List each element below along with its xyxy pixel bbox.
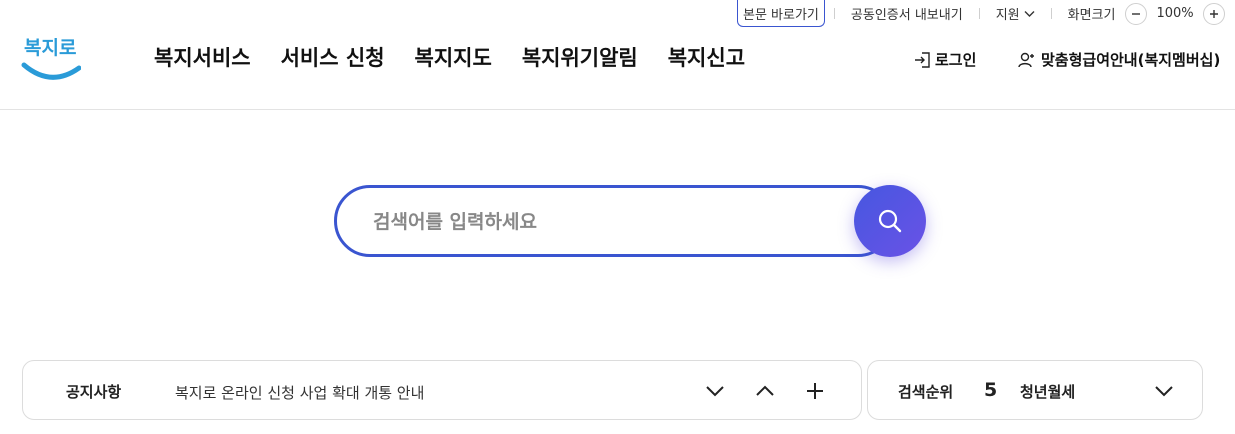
login-icon: [915, 51, 930, 68]
site-logo[interactable]: 복지로: [21, 30, 82, 82]
notice-more-button[interactable]: [803, 379, 827, 403]
notice-label: 공지사항: [66, 383, 122, 401]
membership-label: 맞춤형급여안내(복지멤버십): [1041, 51, 1221, 69]
nav-item-welfare-report[interactable]: 복지신고: [668, 42, 745, 72]
login-label: 로그인: [935, 51, 977, 69]
minus-icon: [1132, 12, 1141, 15]
main-navigation: 복지서비스 서비스 신청 복지지도 복지위기알림 복지신고: [154, 42, 775, 72]
search-box: [334, 185, 894, 257]
notice-next-button[interactable]: [703, 379, 727, 403]
ranking-number: 5: [984, 379, 998, 401]
support-dropdown[interactable]: 지원: [996, 4, 1035, 23]
svg-text:복지로: 복지로: [24, 37, 76, 59]
plus-icon: [807, 383, 823, 399]
font-size-label: 화면크기: [1067, 8, 1116, 23]
skip-to-content-link[interactable]: 본문 바로가기: [737, 0, 825, 27]
utility-bar: 본문 바로가기 공동인증서 내보내기 지원 화면크기 100%: [737, 0, 1225, 27]
ranking-label: 검색순위: [898, 383, 954, 401]
zoom-out-button[interactable]: [1125, 2, 1148, 25]
notice-panel: 공지사항 복지로 온라인 신청 사업 확대 개통 안내: [22, 360, 862, 420]
ranking-keyword-link[interactable]: 청년월세: [1020, 381, 1075, 402]
chevron-down-icon: [1024, 10, 1035, 18]
search-bar: [334, 185, 926, 257]
search-icon: [878, 209, 902, 233]
notice-headline-link[interactable]: 복지로 온라인 신청 사업 확대 개통 안내: [175, 382, 424, 403]
nav-item-service-application[interactable]: 서비스 신청: [281, 42, 385, 72]
support-label: 지원: [995, 8, 1020, 23]
membership-button[interactable]: 맞춤형급여안내(복지멤버십): [1017, 49, 1220, 70]
notice-prev-button[interactable]: [753, 379, 777, 403]
chevron-down-icon: [706, 386, 724, 397]
chevron-up-icon: [756, 385, 774, 396]
nav-item-welfare-services[interactable]: 복지서비스: [154, 42, 251, 72]
user-add-icon: [1018, 52, 1034, 67]
search-button[interactable]: [854, 185, 926, 257]
search-ranking-panel: 검색순위 5 청년월세: [867, 360, 1203, 420]
zoom-value: 100%: [1156, 6, 1194, 21]
divider: [1050, 8, 1052, 19]
divider: [833, 8, 835, 19]
header-divider: [0, 109, 1235, 110]
zoom-in-button[interactable]: [1202, 2, 1225, 25]
certificate-export-link[interactable]: 공동인증서 내보내기: [851, 4, 963, 23]
chevron-down-icon: [1155, 386, 1173, 397]
nav-item-crisis-alert[interactable]: 복지위기알림: [522, 42, 638, 72]
plus-icon: [1209, 9, 1218, 18]
nav-item-welfare-map[interactable]: 복지지도: [415, 42, 492, 72]
divider: [978, 8, 980, 19]
ranking-expand-button[interactable]: [1152, 379, 1176, 403]
login-button[interactable]: 로그인: [913, 49, 976, 70]
search-input[interactable]: [373, 206, 843, 238]
